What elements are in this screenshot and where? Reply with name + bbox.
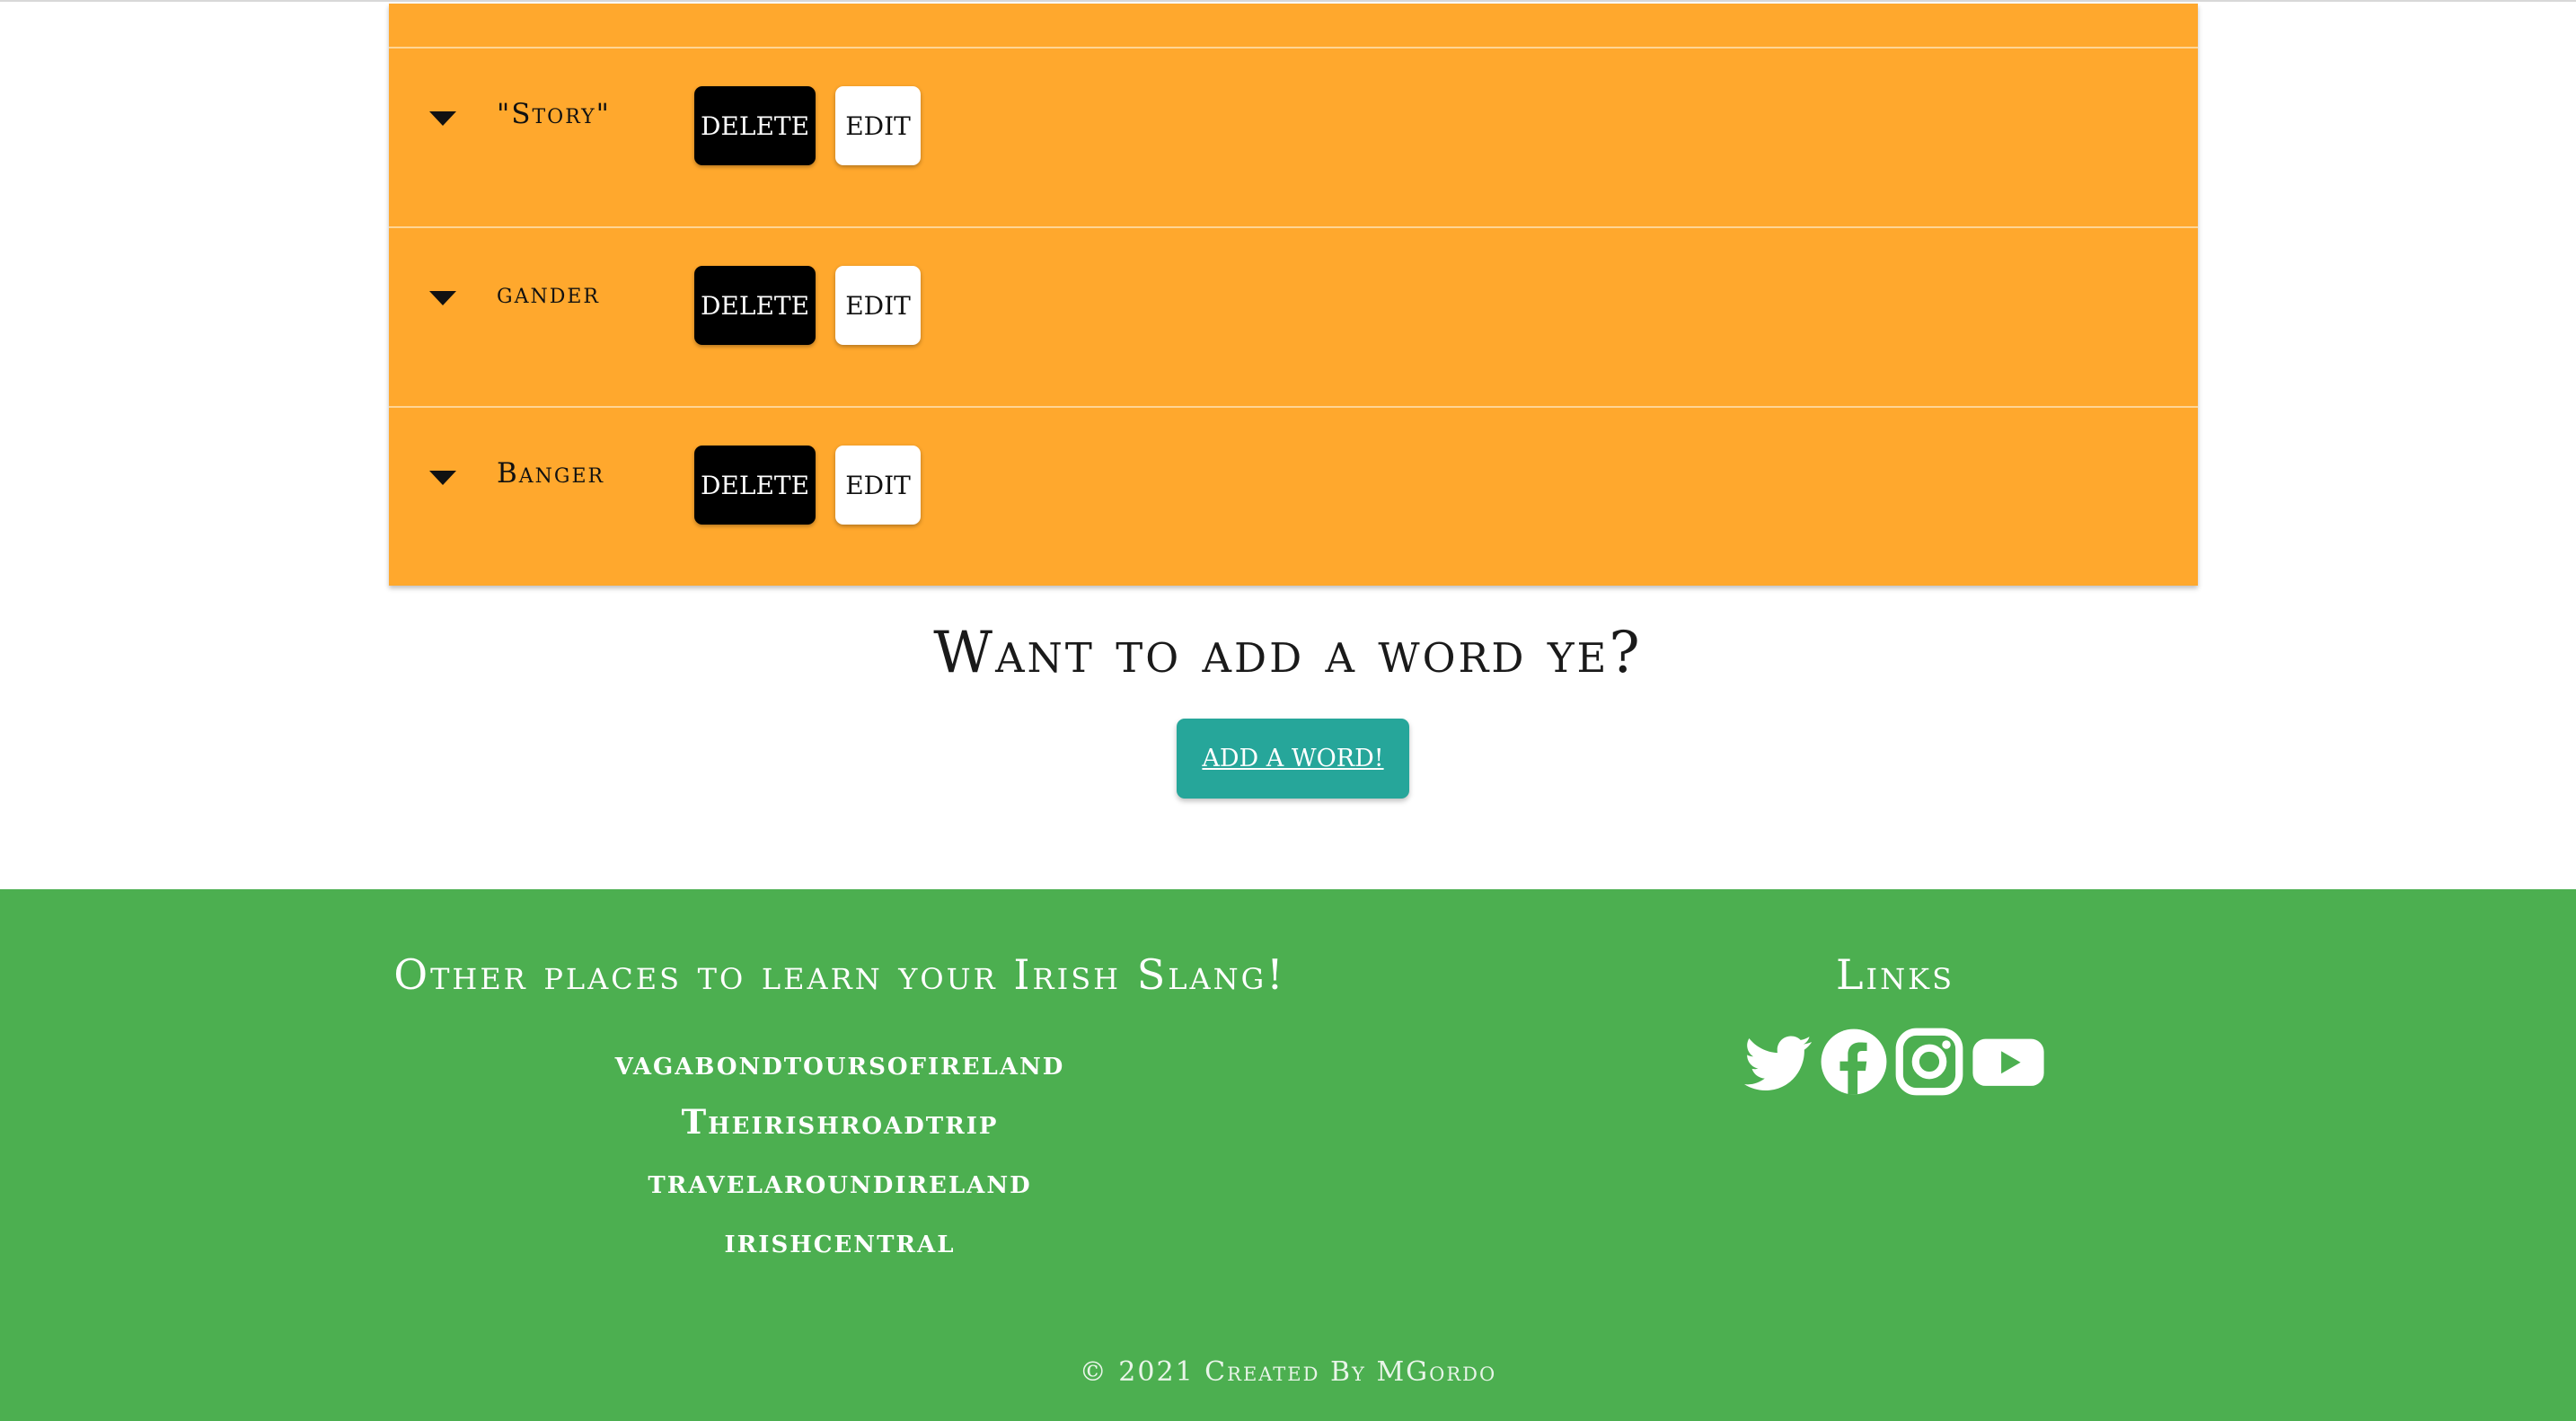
top-divider	[0, 0, 2576, 2]
youtube-icon[interactable]	[1971, 1028, 2046, 1096]
place-link[interactable]: travelaroundireland	[481, 1152, 1199, 1211]
delete-button[interactable]: DELETE	[694, 446, 816, 525]
place-links-list: vagabondtoursofireland Theirishroadtrip …	[481, 1033, 1199, 1270]
social-icons	[1744, 1028, 2050, 1096]
place-link[interactable]: Theirishroadtrip	[481, 1092, 1199, 1152]
word-row-partial	[389, 4, 2198, 49]
edit-button[interactable]: EDIT	[835, 446, 921, 525]
facebook-icon[interactable]	[1820, 1028, 1888, 1096]
instagram-icon[interactable]	[1895, 1028, 1963, 1096]
word-label: "Story"	[497, 98, 611, 130]
place-link[interactable]: irishcentral	[481, 1211, 1199, 1270]
word-row-banger: Banger DELETE EDIT	[389, 408, 2198, 586]
page: "Story" DELETE EDIT gander DELETE EDIT B…	[0, 0, 2576, 1421]
footer: Other places to learn your Irish Slang! …	[0, 889, 2576, 1421]
expand-caret-icon[interactable]	[429, 471, 456, 485]
add-word-button-label[interactable]: ADD A WORD!	[1202, 745, 1383, 772]
delete-button[interactable]: DELETE	[694, 266, 816, 345]
word-label: gander	[497, 278, 600, 310]
twitter-icon[interactable]	[1744, 1028, 1813, 1096]
word-row-gander: gander DELETE EDIT	[389, 228, 2198, 408]
other-places-heading: Other places to learn your Irish Slang!	[393, 950, 1286, 999]
word-label: Banger	[497, 457, 605, 490]
add-word-button[interactable]: ADD A WORD!	[1177, 719, 1409, 799]
place-link[interactable]: vagabondtoursofireland	[481, 1033, 1199, 1092]
copyright-text: © 2021 Created By MGordo	[1079, 1356, 1497, 1388]
edit-button[interactable]: EDIT	[835, 86, 921, 165]
word-row-story: "Story" DELETE EDIT	[389, 49, 2198, 228]
word-list: "Story" DELETE EDIT gander DELETE EDIT B…	[389, 4, 2198, 586]
expand-caret-icon[interactable]	[429, 111, 456, 126]
add-word-heading: Want to add a word ye?	[933, 620, 1643, 686]
delete-button[interactable]: DELETE	[694, 86, 816, 165]
edit-button[interactable]: EDIT	[835, 266, 921, 345]
expand-caret-icon[interactable]	[429, 291, 456, 305]
links-heading: Links	[1835, 950, 1954, 999]
